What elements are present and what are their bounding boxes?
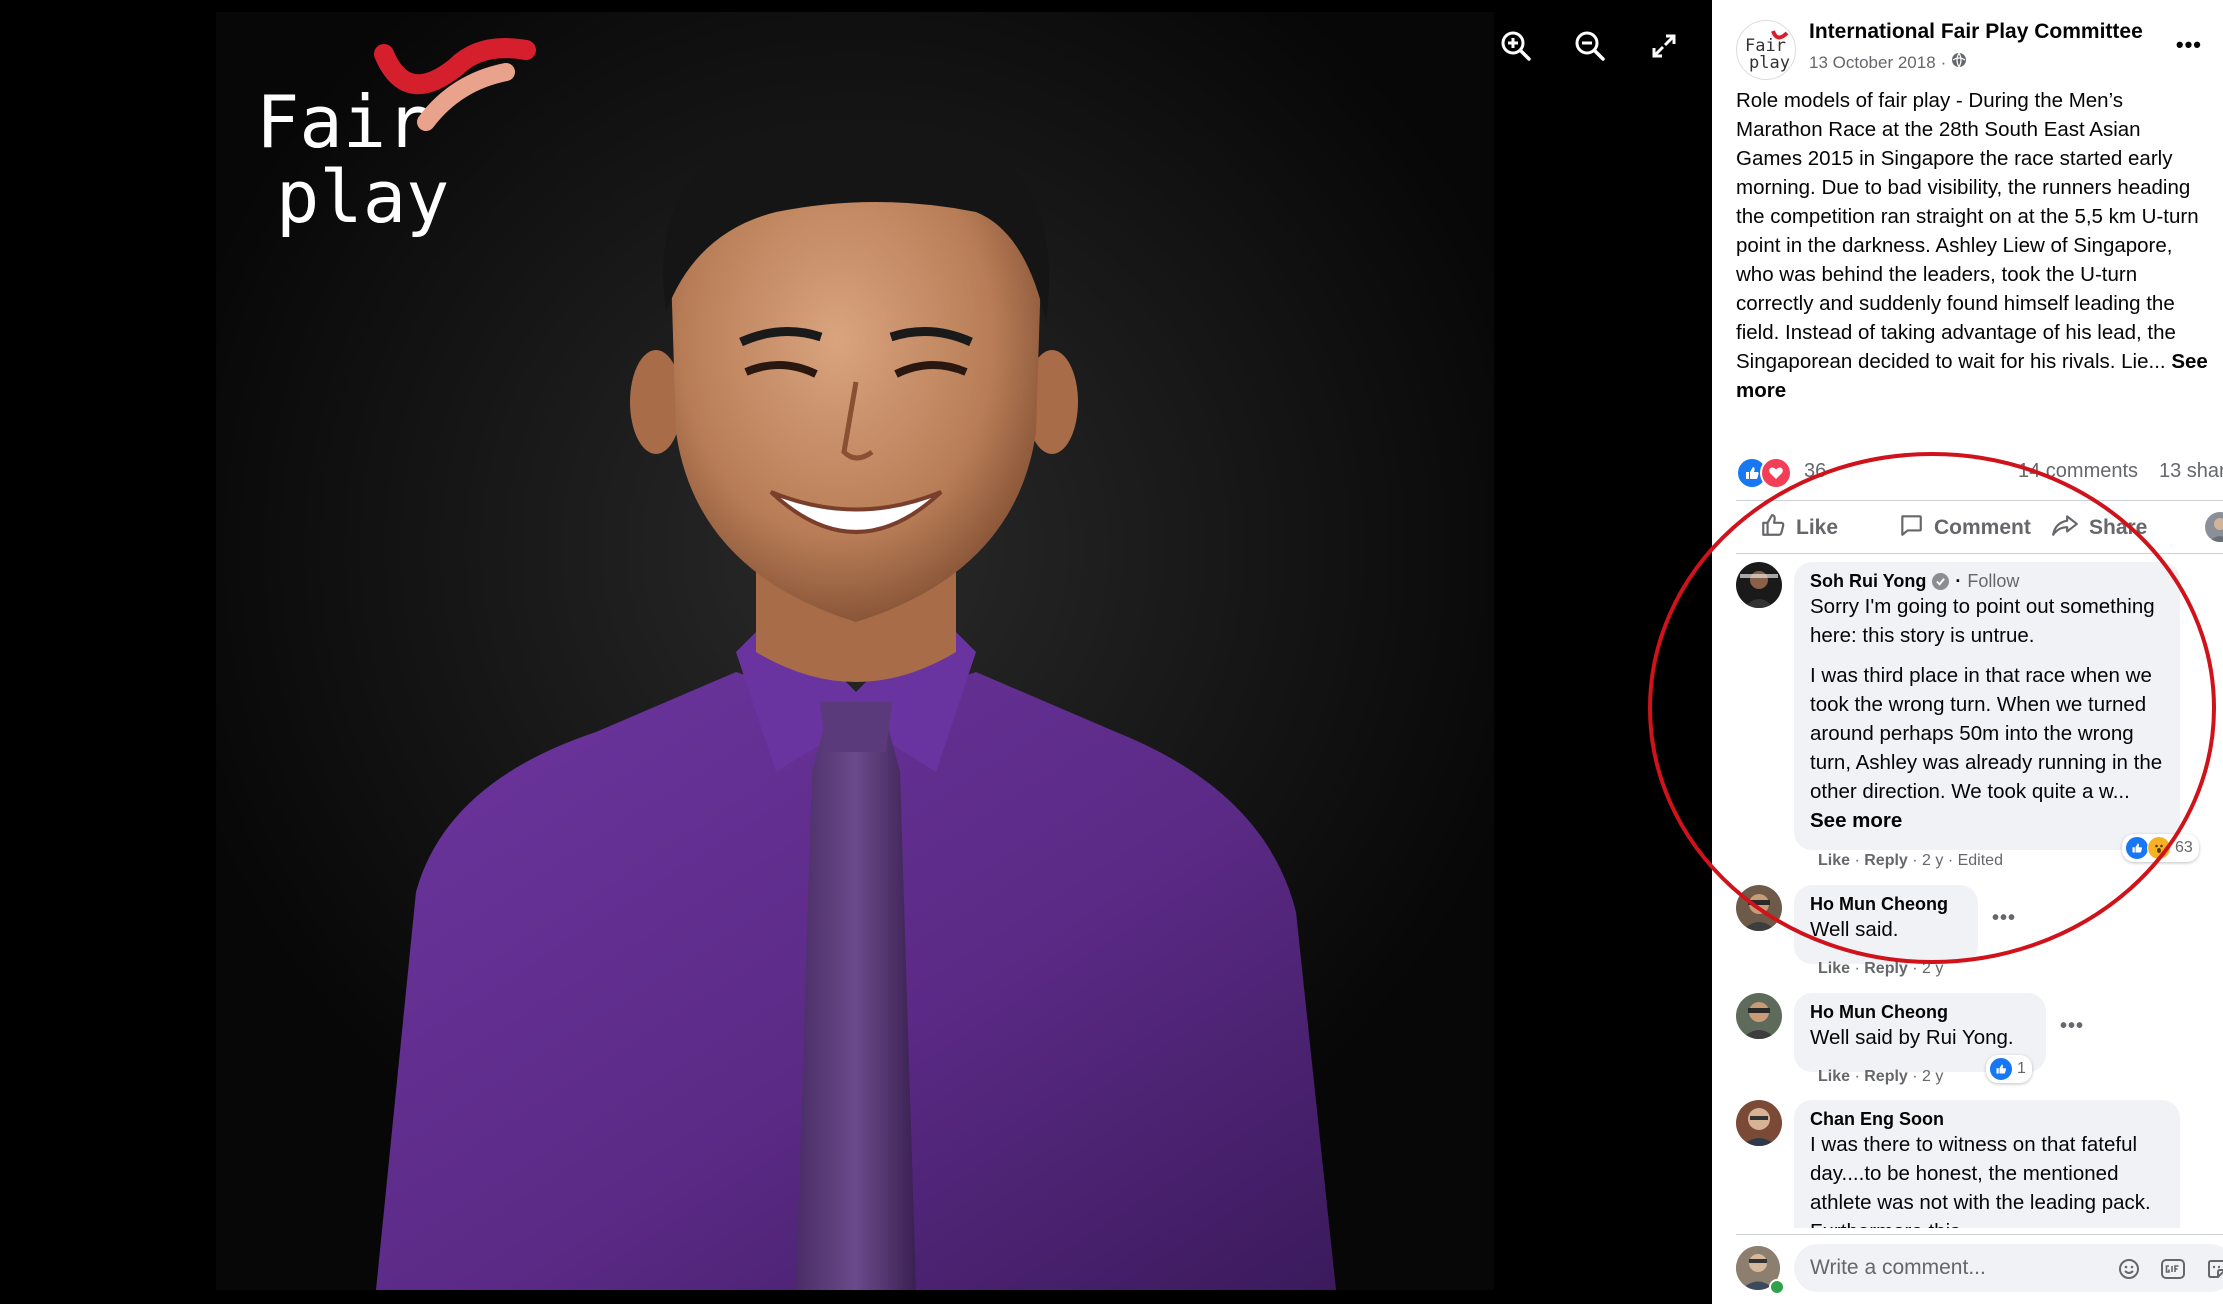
comment-actions: Like · Reply · 2 y: [1818, 1068, 1944, 1085]
write-comment-row: [1736, 1244, 2223, 1296]
reaction-count[interactable]: 36: [1804, 460, 1826, 483]
comment-author[interactable]: Soh Rui Yong: [1810, 571, 1926, 592]
emoji-icon[interactable]: [2116, 1256, 2142, 1282]
zoom-in-icon[interactable]: [1498, 28, 1534, 64]
comment-text: Well said.: [1810, 918, 1899, 941]
sticker-icon[interactable]: [2204, 1256, 2223, 1282]
comment-item: Chan Eng Soon I was there to witness on …: [1736, 1100, 2223, 1228]
see-more-link[interactable]: See more: [1810, 809, 1902, 832]
post-actions: Like Comment Share: [1736, 506, 2223, 550]
comment-author-row: Soh Rui Yong · Follow: [1810, 571, 2164, 592]
comment-text: Sorry I'm going to point out something h…: [1810, 595, 2155, 647]
avatar[interactable]: [1736, 993, 1782, 1039]
like-reaction-icon: [1989, 1057, 2013, 1081]
comment-button[interactable]: Comment: [1898, 506, 2031, 550]
comment-bubble: Soh Rui Yong · Follow Sorry I'm going to…: [1794, 562, 2180, 850]
comment-bubble: Chan Eng Soon I was there to witness on …: [1794, 1100, 2180, 1228]
comments-count[interactable]: 14 comments: [2018, 460, 2138, 483]
like-label: Like: [1796, 516, 1839, 539]
zoom-out-icon[interactable]: [1572, 28, 1608, 64]
page-name[interactable]: International Fair Play Committee: [1809, 20, 2143, 44]
comment-actions: Like · Reply · 2 y: [1818, 960, 1944, 977]
post-photo[interactable]: Fair play: [216, 12, 1494, 1290]
comment-reply-button[interactable]: Reply: [1864, 960, 1908, 977]
comment-like-button[interactable]: Like: [1818, 852, 1850, 869]
comment-label: Comment: [1934, 516, 2031, 539]
divider: [1736, 500, 2223, 501]
comment-time[interactable]: 2 y: [1922, 1068, 1943, 1085]
svg-text:play: play: [276, 155, 449, 239]
svg-text:play: play: [1749, 53, 1790, 73]
comment-like-button[interactable]: Like: [1818, 1068, 1850, 1085]
reaction-icons[interactable]: [1736, 457, 1792, 489]
comment-item: Soh Rui Yong · Follow Sorry I'm going to…: [1736, 562, 2223, 882]
comment-reactions[interactable]: 1: [1986, 1055, 2032, 1083]
share-icon: [2051, 512, 2079, 544]
meta-separator: ·: [1940, 52, 1947, 72]
comment-item: Ho Mun Cheong Well said by Rui Yong. •••…: [1736, 993, 2223, 1093]
online-status-dot: [1769, 1279, 1785, 1295]
share-button[interactable]: Share: [2051, 506, 2147, 550]
fullscreen-icon[interactable]: [1646, 28, 1682, 64]
thumbs-up-icon: [1760, 512, 1786, 544]
comment-icon: [1898, 512, 1924, 544]
shares-count[interactable]: 13 shares: [2159, 460, 2223, 483]
share-label: Share: [2089, 516, 2148, 539]
reaction-count: 63: [2175, 839, 2193, 856]
comment-reply-button[interactable]: Reply: [1864, 1068, 1908, 1085]
avatar[interactable]: [1736, 885, 1782, 931]
page-avatar[interactable]: Fair play: [1736, 20, 1796, 80]
post-text: Role models of fair play - During the Me…: [1736, 86, 2212, 405]
divider: [1736, 1234, 2223, 1235]
comment-text: Well said by Rui Yong.: [1810, 1026, 2014, 1049]
avatar[interactable]: [1736, 1100, 1782, 1146]
comment-bubble: Ho Mun Cheong Well said.: [1794, 885, 1978, 964]
comment-text: I was there to witness on that fateful d…: [1810, 1133, 2151, 1228]
comment-reply-button[interactable]: Reply: [1864, 852, 1908, 869]
comment-author[interactable]: Ho Mun Cheong: [1810, 1002, 2030, 1023]
avatar[interactable]: [2205, 512, 2223, 542]
divider: [1736, 553, 2223, 554]
photo-viewer: Fair play: [0, 0, 1712, 1304]
post-header: Fair play International Fair Play Commit…: [1736, 18, 2216, 80]
comment-text-part: I was third place in that race when we t…: [1810, 664, 2163, 803]
post-options-icon[interactable]: •••: [2176, 32, 2202, 58]
post-meta: 13 October 2018 ·: [1809, 52, 1967, 73]
globe-icon: [1951, 52, 1967, 73]
comment-item: Ho Mun Cheong Well said. ••• Like · Repl…: [1736, 885, 2223, 985]
like-reaction-icon: [2125, 836, 2149, 860]
wow-reaction-icon: [2147, 836, 2171, 860]
comment-text: I was third place in that race when we t…: [1810, 661, 2164, 835]
post-body: Role models of fair play - During the Me…: [1736, 89, 2199, 373]
comment-input-icons: [2116, 1256, 2223, 1282]
comment-reactions[interactable]: 63: [2122, 834, 2199, 862]
comment-time[interactable]: 2 y: [1922, 852, 1943, 869]
follow-button[interactable]: Follow: [1967, 571, 2019, 592]
comment-time[interactable]: 2 y: [1922, 960, 1943, 977]
comment-options-icon[interactable]: •••: [2060, 1015, 2084, 1038]
avatar[interactable]: [1736, 562, 1782, 608]
verified-badge-icon: [1932, 573, 1950, 590]
love-reaction-icon: [1760, 457, 1792, 489]
comment-actions: Like · Reply · 2 y · Edited: [1818, 852, 2003, 869]
post-panel: Fair play International Fair Play Commit…: [1712, 0, 2223, 1304]
post-date[interactable]: 13 October 2018: [1809, 53, 1936, 73]
edited-label: Edited: [1957, 852, 2003, 869]
like-button[interactable]: Like: [1760, 506, 1838, 550]
comment-like-button[interactable]: Like: [1818, 960, 1850, 977]
gif-icon[interactable]: [2160, 1256, 2186, 1282]
comment-options-icon[interactable]: •••: [1992, 907, 2016, 930]
comment-author[interactable]: Chan Eng Soon: [1810, 1109, 2164, 1130]
portrait-illustration: Fair play: [216, 12, 1494, 1290]
comment-author[interactable]: Ho Mun Cheong: [1810, 894, 1962, 915]
dot-separator: ·: [1955, 571, 1962, 591]
post-stats: 36 14 comments 13 shares: [1736, 455, 2223, 489]
svg-text:Fair: Fair: [256, 80, 429, 164]
reaction-count: 1: [2017, 1060, 2026, 1077]
